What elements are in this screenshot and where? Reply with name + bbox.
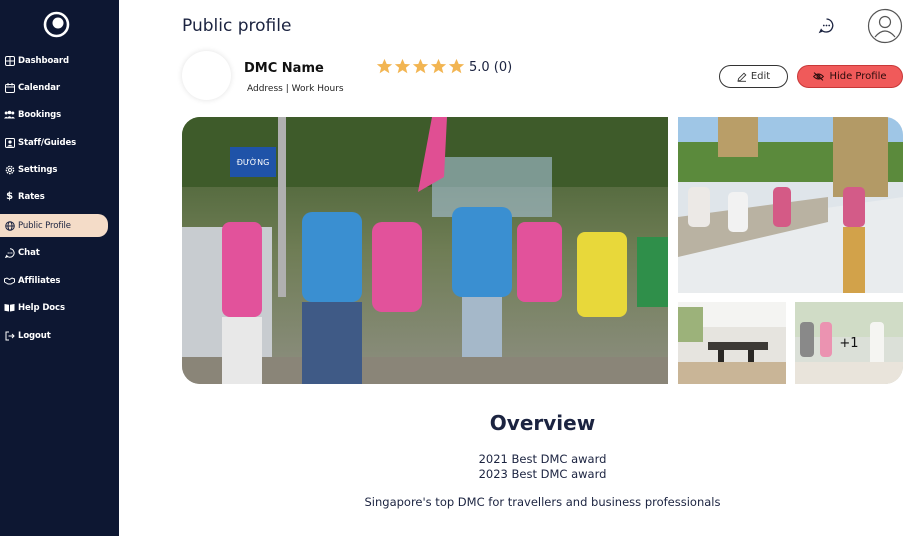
pencil-icon xyxy=(737,72,747,82)
hide-profile-label: Hide Profile xyxy=(829,71,887,82)
overview-heading: Overview xyxy=(489,411,596,435)
svg-text:ĐƯỜNG: ĐƯỜNG xyxy=(237,156,270,167)
calendar-icon xyxy=(4,82,15,93)
globe-icon xyxy=(4,220,15,231)
sidebar-item-label: Rates xyxy=(18,191,45,202)
chat-icon[interactable] xyxy=(818,17,835,34)
address-work-hours: Address | Work Hours xyxy=(247,84,344,94)
award-item: 2021 Best DMC award xyxy=(478,452,607,466)
sidebar-item-label: Bookings xyxy=(18,109,62,120)
profile-avatar xyxy=(182,51,231,100)
book-icon xyxy=(4,302,15,313)
sidebar-item-label: Staff/Guides xyxy=(18,137,77,148)
sidebar-item-dashboard[interactable]: Dashboard xyxy=(0,49,108,72)
star-icon xyxy=(448,58,465,74)
handshake-icon xyxy=(4,275,15,286)
sidebar-item-logout[interactable]: Logout xyxy=(0,324,108,347)
sidebar-item-chat[interactable]: Chat xyxy=(0,241,108,264)
gallery-main-photo[interactable]: ĐƯỜNG xyxy=(182,117,668,384)
sidebar-item-label: Calendar xyxy=(18,82,60,93)
sidebar-item-settings[interactable]: Settings xyxy=(0,158,108,181)
grid-icon xyxy=(4,55,15,66)
dmc-name: DMC Name xyxy=(244,61,324,76)
logo-icon[interactable] xyxy=(43,11,70,38)
id-card-icon xyxy=(4,137,15,148)
star-icon xyxy=(376,58,393,74)
edit-label: Edit xyxy=(750,71,771,82)
sidebar-item-label: Dashboard xyxy=(18,55,69,66)
rating-stars xyxy=(376,58,465,75)
sidebar-item-label: Logout xyxy=(18,330,51,341)
gallery-photo-more[interactable]: +1 xyxy=(795,302,903,384)
sidebar-item-label: Public Profile xyxy=(18,220,71,231)
more-photos-count[interactable]: +1 xyxy=(795,302,903,384)
page-title: Public profile xyxy=(182,16,292,36)
sidebar-item-help-docs[interactable]: Help Docs xyxy=(0,296,108,319)
eye-off-icon xyxy=(813,72,825,81)
sidebar: Dashboard Calendar Bookings Staff/Guides… xyxy=(0,0,119,536)
sidebar-item-rates[interactable]: $ Rates xyxy=(0,185,108,208)
star-icon xyxy=(430,58,447,74)
dollar-icon: $ xyxy=(6,191,13,202)
star-icon xyxy=(412,58,429,74)
award-item: 2023 Best DMC award xyxy=(478,467,607,481)
sidebar-item-label: Chat xyxy=(18,247,40,258)
sidebar-item-label: Help Docs xyxy=(18,302,65,313)
sidebar-item-calendar[interactable]: Calendar xyxy=(0,76,108,99)
sidebar-item-label: Affiliates xyxy=(18,275,61,286)
people-icon xyxy=(4,109,15,120)
gear-icon xyxy=(4,164,15,175)
user-avatar-icon[interactable] xyxy=(867,8,903,44)
sidebar-item-label: Settings xyxy=(18,164,58,175)
gallery-photo[interactable] xyxy=(678,117,903,293)
logout-icon xyxy=(4,330,15,341)
chat-icon xyxy=(4,247,15,258)
hide-profile-button[interactable]: Hide Profile xyxy=(797,65,903,88)
gallery-photo[interactable] xyxy=(678,302,786,384)
sidebar-item-bookings[interactable]: Bookings xyxy=(0,103,108,126)
profile-tagline: Singapore's top DMC for travellers and b… xyxy=(364,495,721,509)
sidebar-item-affiliates[interactable]: Affiliates xyxy=(0,269,108,292)
sidebar-item-public-profile[interactable]: Public Profile xyxy=(0,214,108,237)
sidebar-item-staff-guides[interactable]: Staff/Guides xyxy=(0,131,108,154)
star-icon xyxy=(394,58,411,74)
edit-button[interactable]: Edit xyxy=(719,65,788,88)
rating-value: 5.0 (0) xyxy=(469,60,513,75)
